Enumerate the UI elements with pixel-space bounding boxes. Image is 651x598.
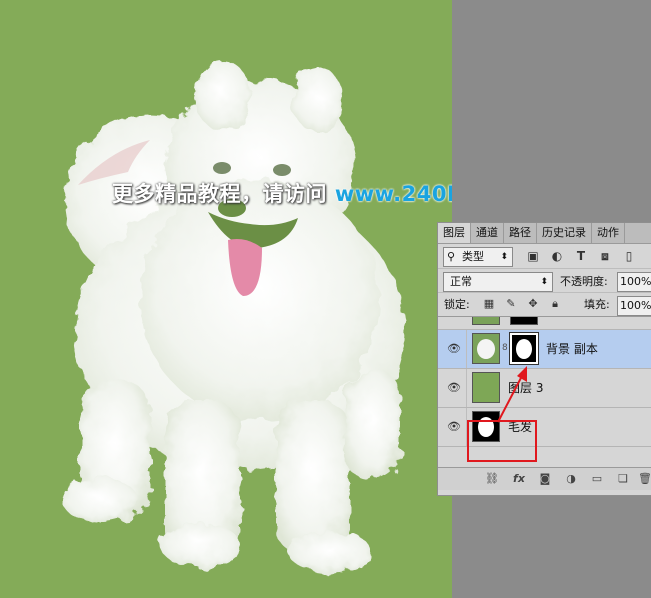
divider [466, 330, 467, 368]
tab-actions[interactable]: 动作 [592, 223, 625, 243]
filter-kind-label: 类型 [462, 250, 484, 263]
lock-row: 锁定: ▦ ✎ ✥ 🔒︎ 填充: 100% [438, 292, 651, 317]
lock-paint-icon[interactable]: ✎ [504, 297, 518, 311]
layer-row-partial[interactable] [438, 317, 651, 330]
folder-icon[interactable]: ▭ [590, 472, 604, 486]
panel-tabs: 图层 通道 路径 历史记录 动作 [438, 223, 651, 244]
blend-mode-value: 正常 [450, 275, 472, 288]
watermark-chinese: 更多精品教程，请访问 [112, 182, 327, 206]
filter-kind-select[interactable]: ⚲ 类型 ⬍ [443, 247, 513, 267]
opacity-field[interactable]: 100% [617, 272, 651, 292]
eye-icon[interactable]: 👁︎ [447, 421, 461, 433]
lock-transparent-icon[interactable]: ▦ [482, 297, 496, 311]
filter-row: ⚲ 类型 ⬍ ▣ ◐ T ⧈ ▯ [438, 244, 651, 268]
chain-link-icon[interactable]: 8 [502, 343, 508, 353]
tab-channels[interactable]: 通道 [471, 223, 504, 243]
layer-mask-thumbnail[interactable] [509, 332, 539, 365]
eye-icon[interactable]: 👁︎ [447, 343, 461, 355]
layer-thumbnail [472, 317, 500, 325]
fill-field[interactable]: 100% [617, 296, 651, 316]
opacity-label: 不透明度: [560, 275, 608, 288]
adjustment-layer-icon[interactable]: ◑ [564, 472, 578, 486]
shape-filter-icon[interactable]: ⧈ [597, 248, 613, 264]
chevron-updown-icon: ⬍ [500, 252, 508, 262]
document-canvas[interactable]: 更多精品教程，请访问 www.240PS.com [0, 0, 452, 598]
tab-history[interactable]: 历史记录 [537, 223, 592, 243]
adjustment-filter-icon[interactable]: ◐ [549, 248, 565, 264]
samoyed-dog-image [62, 60, 405, 572]
layer-name: 背景 副本 [546, 342, 598, 356]
dog-thumb-icon [477, 339, 495, 359]
lock-all-icon[interactable]: 🔒︎ [548, 297, 562, 311]
layer-row-layer3[interactable]: 👁︎ 图层 3 [438, 369, 651, 408]
link-layers-icon[interactable]: ⛓︎ [485, 472, 499, 486]
eye-icon[interactable]: 👁︎ [447, 382, 461, 394]
lock-move-icon[interactable]: ✥ [526, 297, 540, 311]
new-layer-icon[interactable]: ❏ [616, 472, 630, 486]
layer-row-background-copy[interactable]: 👁︎ 8 背景 副本 [438, 330, 651, 369]
tab-paths[interactable]: 路径 [504, 223, 537, 243]
fill-label: 填充: [584, 298, 610, 311]
blend-mode-select[interactable]: 正常 ⬍ [443, 272, 553, 292]
dog-mask-icon [516, 339, 532, 359]
layer-name: 图层 3 [508, 381, 544, 395]
smart-object-filter-icon[interactable]: ▯ [621, 248, 637, 264]
search-icon: ⚲ [447, 250, 456, 263]
fx-icon[interactable]: fx [512, 472, 526, 486]
watermark-text: 更多精品教程，请访问 www.240PS.com [112, 178, 452, 208]
layer-mask-thumbnail [510, 317, 538, 325]
layer-thumbnail[interactable] [472, 372, 500, 403]
watermark-url: www.240PS.com [334, 182, 452, 206]
blend-row: 正常 ⬍ 不透明度: 100% [438, 268, 651, 293]
divider [466, 369, 467, 407]
highlight-box [467, 420, 537, 462]
add-mask-icon[interactable]: ◙ [538, 472, 552, 486]
tab-layers[interactable]: 图层 [438, 223, 471, 243]
lock-label: 锁定: [444, 298, 470, 311]
text-filter-icon[interactable]: T [573, 248, 589, 264]
chevron-updown-icon: ⬍ [540, 277, 548, 287]
image-filter-icon[interactable]: ▣ [525, 248, 541, 264]
trash-icon[interactable]: 🗑︎ [638, 472, 651, 486]
layer-thumbnail[interactable] [472, 333, 500, 364]
layers-footer: ⛓︎ fx ◙ ◑ ▭ ❏ 🗑︎ [438, 467, 651, 490]
